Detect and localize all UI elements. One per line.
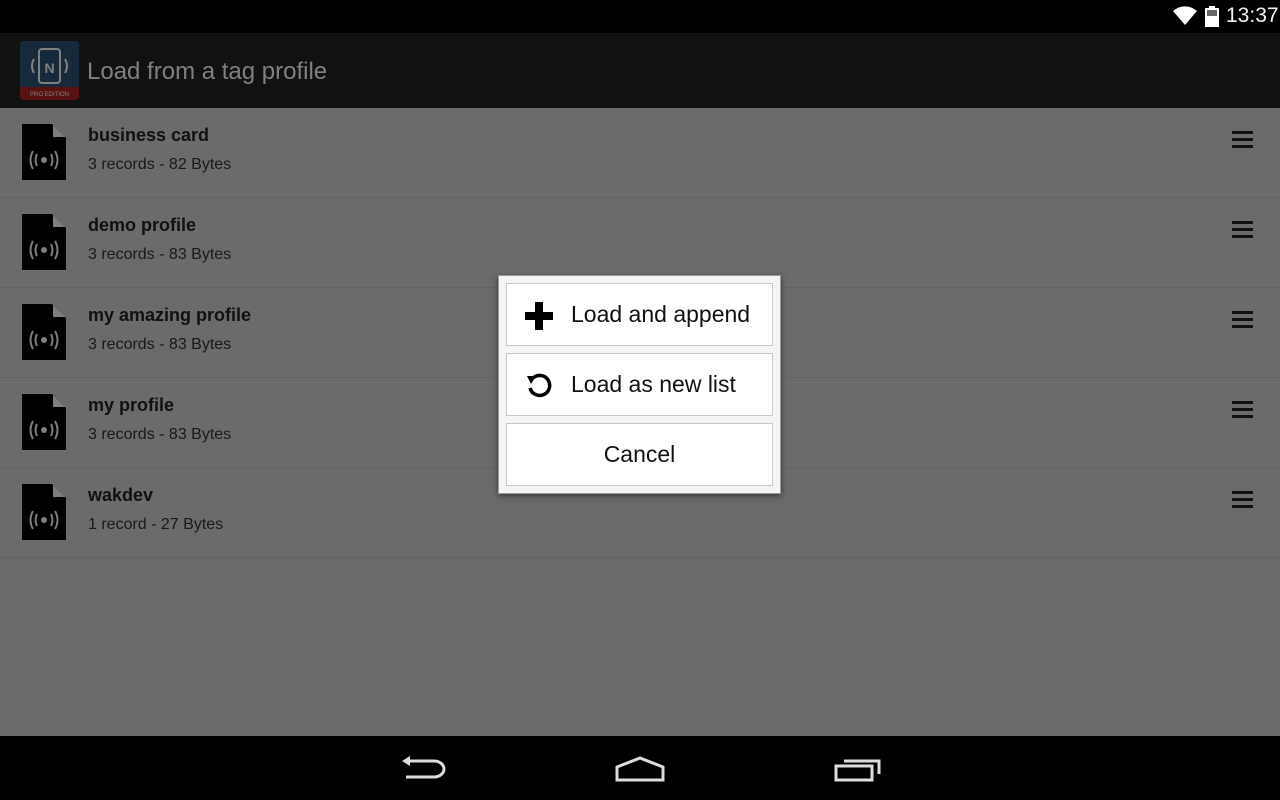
- status-bar: 13:37: [0, 0, 1280, 33]
- load-and-append-label: Load and append: [571, 301, 751, 327]
- navigation-bar: [0, 736, 1280, 800]
- load-as-new-list-button[interactable]: Load as new list: [506, 353, 773, 416]
- battery-icon: [1205, 6, 1219, 27]
- load-and-append-button[interactable]: Load and append: [506, 283, 773, 346]
- load-options-dialog: Load and append Load as new list Cancel: [498, 275, 781, 494]
- wifi-icon: [1173, 6, 1197, 26]
- cancel-label: Cancel: [603, 441, 676, 467]
- plus-icon: [525, 302, 553, 330]
- back-icon[interactable]: [400, 756, 448, 782]
- load-as-new-list-label: Load as new list: [571, 371, 736, 397]
- recents-icon[interactable]: [834, 758, 882, 782]
- refresh-icon: [527, 373, 552, 398]
- screen: 13:37 N PRO EDITION Load from a tag prof…: [0, 0, 1280, 800]
- clock: 13:37: [1226, 4, 1279, 27]
- home-icon[interactable]: [615, 756, 665, 782]
- cancel-button[interactable]: Cancel: [506, 423, 773, 486]
